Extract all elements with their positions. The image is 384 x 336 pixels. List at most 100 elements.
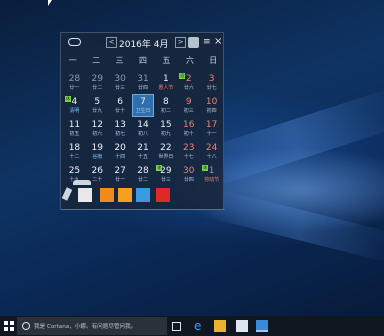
cortana-search-box[interactable]: 我是 Cortana，小娜。有问题尽管问我。 [17,317,167,335]
store-icon[interactable] [156,188,170,202]
day-number: 13 [114,120,126,130]
calendar-day[interactable]: 11 初五 [63,117,86,140]
lunar-label: 谷雨 [92,154,103,160]
calendar-day[interactable]: 22 世界日 [154,140,177,163]
browser-icon[interactable] [136,188,150,202]
calendar-day[interactable]: 1 愚人节 [154,71,177,94]
calendar-day[interactable]: 9 初三 [177,94,200,117]
weekday-label: 日 [209,56,218,65]
day-number: 28 [68,74,81,84]
weekday-label: 四 [138,56,147,65]
calendar-day[interactable]: 13 初七 [109,117,132,140]
calendar-day[interactable]: 23 十七 [177,140,200,163]
cloud-weather-icon[interactable] [68,38,81,46]
day-number: 14 [137,120,149,130]
day-number: 17 [205,120,218,130]
menu-icon[interactable]: ≡ [203,37,211,47]
lunar-label: 十四 [115,154,126,160]
calendar-day[interactable]: 8 初二 [154,94,177,117]
lunar-label: 十一 [206,131,217,137]
lunar-label: 十七 [183,154,194,160]
day-number: 30 [114,74,126,84]
lunar-label: 十二 [69,154,80,160]
calendar-day[interactable]: 24 十八 [200,140,223,163]
calendar-day-today[interactable]: 7 卫生日 [131,94,155,117]
calendar-day[interactable]: 6 廿十 [109,94,132,117]
lunar-label: 初七 [115,131,126,137]
day-number: 10 [205,97,218,107]
lunar-label: 廿四 [183,177,194,183]
lunar-label: 廿一 [115,177,126,183]
calendar-day[interactable]: 28 廿二 [132,163,155,186]
day-number: 15 [160,120,172,130]
calendar-day[interactable]: 16 初十 [177,117,200,140]
file-explorer-icon[interactable] [214,320,226,332]
day-number: 11 [68,120,81,130]
weekday-label: 六 [185,56,194,65]
lunar-label: 廿六 [183,85,194,91]
calendar-day[interactable]: 5 廿九 [86,94,109,117]
weekday-label: 三 [115,56,124,65]
store-icon[interactable] [236,320,248,332]
calendar-day[interactable]: 30 廿四 [177,163,200,186]
day-number: 27 [114,166,126,176]
day-number: 19 [91,143,103,153]
calendar-header: < 2016年 4月 > ≡ × [61,33,225,53]
lunar-label: 劳动节 [204,177,220,183]
calendar-day[interactable]: 休 1 劳动节 [200,163,223,186]
pen-icon[interactable] [61,187,73,201]
calendar-day[interactable]: 27 廿一 [109,163,132,186]
lunar-label: 愚人节 [158,85,174,91]
lunar-label: 十八 [206,154,217,160]
note-icon[interactable] [78,188,92,202]
prev-month-button[interactable]: < [106,37,117,48]
day-number: 24 [205,143,218,153]
lunar-label: 廿十 [115,108,126,114]
calendar-day[interactable]: 班 2 廿六 [177,71,200,94]
lunar-label: 初二 [160,108,171,114]
day-number: 9 [185,97,192,107]
close-icon[interactable]: × [214,36,222,47]
calendar-day[interactable]: 17 十一 [200,117,223,140]
day-number: 21 [137,143,149,153]
calendar-day[interactable]: 29 廿二 [86,71,109,94]
today-icon[interactable] [188,37,199,48]
calendar-day[interactable]: 15 初九 [154,117,177,140]
edge-browser-icon[interactable]: e [194,320,206,332]
day-number: 20 [114,143,126,153]
calendar-day[interactable]: 休 29 廿三 [154,163,177,186]
divider [61,209,225,210]
day-tag-badge: 休 [156,165,163,171]
lunar-label: 初九 [160,131,171,137]
weekday-label: 五 [162,56,171,65]
calendar-day[interactable]: 12 初六 [86,117,109,140]
windows-start-icon[interactable] [4,321,14,331]
day-grid: 28 廿一 29 廿二 30 廿三 31 廿四 1 愚人节班 2 廿六 3 廿七休 4 清明 5 廿九 6 廿十 7 卫生… [63,71,223,186]
day-tag-badge: 休 [65,96,71,102]
day-number: 26 [91,166,103,176]
calendar-app-icon[interactable] [256,320,268,332]
task-view-icon[interactable] [172,322,181,331]
calendar-day[interactable]: 休 4 清明 [63,94,86,117]
app-icon[interactable] [118,188,132,202]
day-tag-badge: 休 [202,165,209,171]
month-title[interactable]: 2016年 4月 [119,37,169,50]
calendar-day[interactable]: 3 廿七 [200,71,223,94]
calendar-day[interactable]: 30 廿三 [109,71,132,94]
next-month-button[interactable]: > [175,37,186,48]
calendar-day[interactable]: 18 十二 [63,140,86,163]
day-number: 23 [182,143,195,153]
calendar-day[interactable]: 28 廿一 [63,71,86,94]
calendar-day[interactable]: 14 初八 [132,117,155,140]
day-number: 31 [137,74,149,84]
wallpaper-light-beam [199,186,384,264]
calendar-day[interactable]: 31 廿四 [132,71,155,94]
folder-icon[interactable] [100,188,114,202]
lunar-label: 世界日 [158,154,174,160]
calendar-day[interactable]: 21 十五 [132,140,155,163]
calendar-day[interactable]: 20 十四 [109,140,132,163]
lunar-label: 初八 [137,131,148,137]
calendar-day[interactable]: 10 初四 [200,94,223,117]
calendar-day[interactable]: 19 谷雨 [86,140,109,163]
desktop-toolbar [60,185,180,207]
